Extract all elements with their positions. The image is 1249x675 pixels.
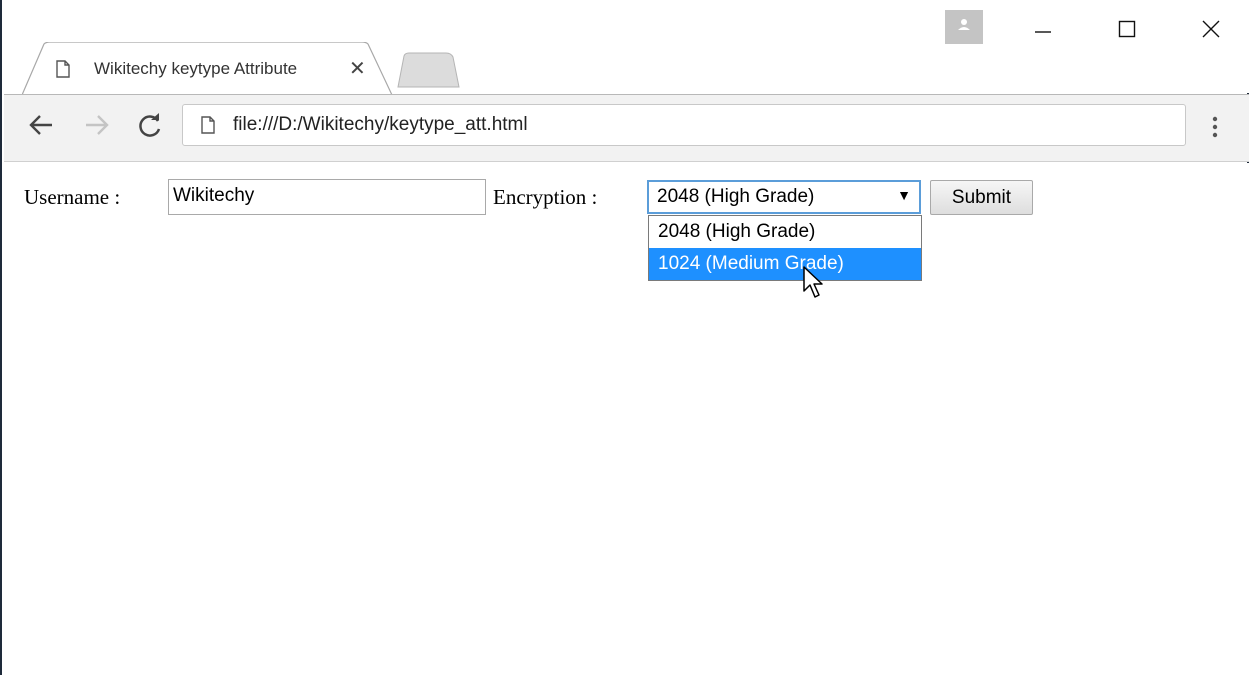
address-bar[interactable]: file:///D:/Wikitechy/keytype_att.html	[182, 104, 1186, 146]
tab-close-icon[interactable]: ✕	[349, 56, 366, 81]
browser-window: Wikitechy keytype Attribute ✕ file:///D:…	[0, 0, 1249, 675]
username-label: Username :	[24, 185, 121, 209]
page-content: Username : Wikitechy Encryption : 2048 (…	[4, 163, 1249, 675]
close-icon	[1202, 20, 1220, 38]
option-2048[interactable]: 2048 (High Grade)	[649, 216, 921, 248]
menu-button[interactable]	[1211, 115, 1219, 144]
page-icon	[56, 60, 70, 83]
reload-button[interactable]	[137, 113, 163, 144]
username-input[interactable]: Wikitechy	[168, 179, 486, 215]
dropdown-arrow-icon: ▼	[897, 187, 911, 203]
maximize-button[interactable]	[1097, 12, 1157, 46]
profile-button[interactable]	[945, 10, 983, 44]
close-window-button[interactable]	[1181, 12, 1241, 46]
encryption-select[interactable]: 2048 (High Grade) ▼	[647, 180, 921, 214]
mouse-cursor-icon	[802, 265, 830, 306]
submit-button[interactable]: Submit	[930, 180, 1033, 215]
select-value: 2048 (High Grade)	[657, 186, 815, 207]
url-text: file:///D:/Wikitechy/keytype_att.html	[233, 114, 528, 135]
person-icon	[958, 19, 970, 30]
option-1024[interactable]: 1024 (Medium Grade)	[649, 248, 921, 280]
title-bar: Wikitechy keytype Attribute ✕	[4, 0, 1249, 96]
tab-title: Wikitechy keytype Attribute	[94, 59, 298, 78]
new-tab-button[interactable]	[396, 52, 460, 93]
back-button[interactable]	[28, 113, 54, 142]
reload-icon	[139, 113, 161, 137]
back-arrow-icon	[29, 115, 52, 135]
forward-button[interactable]	[84, 113, 110, 142]
encryption-label: Encryption :	[493, 185, 598, 209]
minimize-button[interactable]	[1013, 12, 1073, 46]
minimize-icon	[1035, 31, 1051, 33]
page-icon	[201, 116, 215, 139]
browser-toolbar: file:///D:/Wikitechy/keytype_att.html	[4, 94, 1249, 162]
maximize-icon	[1118, 20, 1136, 38]
kebab-menu-icon	[1212, 116, 1218, 138]
forward-arrow-icon	[86, 115, 109, 135]
encryption-options-list: 2048 (High Grade) 1024 (Medium Grade)	[648, 215, 922, 281]
